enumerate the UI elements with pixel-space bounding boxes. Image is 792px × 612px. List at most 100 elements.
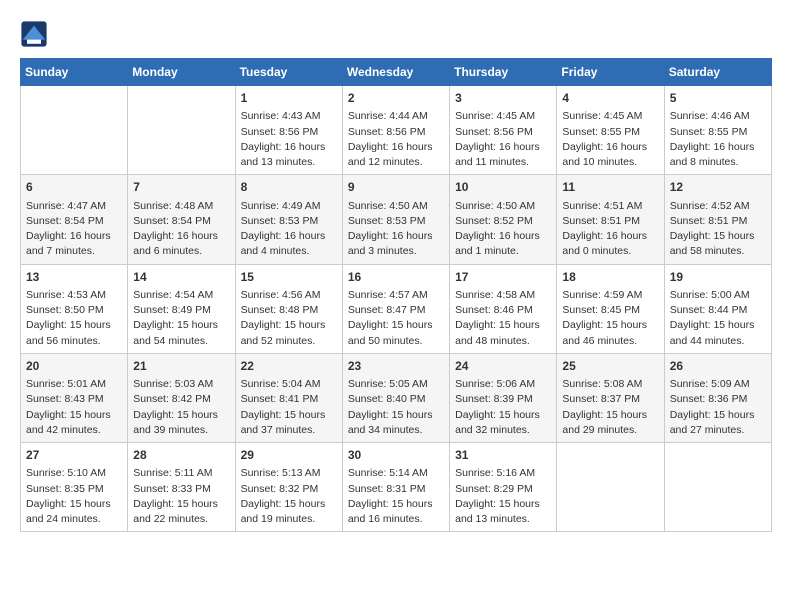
calendar-cell: 19Sunrise: 5:00 AMSunset: 8:44 PMDayligh… (664, 264, 771, 353)
sunset-text: Sunset: 8:54 PM (26, 215, 104, 227)
day-number: 23 (348, 358, 444, 375)
daylight-text: Daylight: 15 hours and 29 minutes. (562, 409, 647, 436)
calendar-cell: 3Sunrise: 4:45 AMSunset: 8:56 PMDaylight… (450, 86, 557, 175)
calendar-cell: 30Sunrise: 5:14 AMSunset: 8:31 PMDayligh… (342, 443, 449, 532)
day-number: 19 (670, 269, 766, 286)
sunset-text: Sunset: 8:32 PM (241, 483, 319, 495)
sunrise-text: Sunrise: 5:10 AM (26, 467, 106, 479)
day-number: 17 (455, 269, 551, 286)
day-number: 7 (133, 179, 229, 196)
day-number: 6 (26, 179, 122, 196)
sunrise-text: Sunrise: 4:50 AM (455, 200, 535, 212)
sunrise-text: Sunrise: 4:56 AM (241, 289, 321, 301)
sunset-text: Sunset: 8:36 PM (670, 393, 748, 405)
daylight-text: Daylight: 16 hours and 4 minutes. (241, 230, 326, 257)
daylight-text: Daylight: 15 hours and 24 minutes. (26, 498, 111, 525)
calendar-table: SundayMondayTuesdayWednesdayThursdayFrid… (20, 58, 772, 532)
day-number: 30 (348, 447, 444, 464)
day-number: 12 (670, 179, 766, 196)
header-cell-friday: Friday (557, 59, 664, 86)
calendar-cell: 25Sunrise: 5:08 AMSunset: 8:37 PMDayligh… (557, 353, 664, 442)
sunset-text: Sunset: 8:47 PM (348, 304, 426, 316)
sunset-text: Sunset: 8:40 PM (348, 393, 426, 405)
sunset-text: Sunset: 8:53 PM (241, 215, 319, 227)
sunset-text: Sunset: 8:56 PM (455, 126, 533, 138)
calendar-cell: 5Sunrise: 4:46 AMSunset: 8:55 PMDaylight… (664, 86, 771, 175)
calendar-cell: 24Sunrise: 5:06 AMSunset: 8:39 PMDayligh… (450, 353, 557, 442)
header-cell-monday: Monday (128, 59, 235, 86)
sunset-text: Sunset: 8:48 PM (241, 304, 319, 316)
day-number: 22 (241, 358, 337, 375)
sunset-text: Sunset: 8:45 PM (562, 304, 640, 316)
day-number: 31 (455, 447, 551, 464)
sunrise-text: Sunrise: 4:57 AM (348, 289, 428, 301)
daylight-text: Daylight: 15 hours and 56 minutes. (26, 319, 111, 346)
sunset-text: Sunset: 8:44 PM (670, 304, 748, 316)
sunset-text: Sunset: 8:33 PM (133, 483, 211, 495)
sunset-text: Sunset: 8:37 PM (562, 393, 640, 405)
daylight-text: Daylight: 15 hours and 52 minutes. (241, 319, 326, 346)
daylight-text: Daylight: 16 hours and 13 minutes. (241, 141, 326, 168)
daylight-text: Daylight: 16 hours and 8 minutes. (670, 141, 755, 168)
calendar-cell: 4Sunrise: 4:45 AMSunset: 8:55 PMDaylight… (557, 86, 664, 175)
calendar-cell: 21Sunrise: 5:03 AMSunset: 8:42 PMDayligh… (128, 353, 235, 442)
sunrise-text: Sunrise: 5:05 AM (348, 378, 428, 390)
calendar-cell (557, 443, 664, 532)
calendar-cell: 29Sunrise: 5:13 AMSunset: 8:32 PMDayligh… (235, 443, 342, 532)
calendar-week-4: 20Sunrise: 5:01 AMSunset: 8:43 PMDayligh… (21, 353, 772, 442)
day-number: 24 (455, 358, 551, 375)
sunset-text: Sunset: 8:35 PM (26, 483, 104, 495)
sunrise-text: Sunrise: 4:45 AM (562, 110, 642, 122)
calendar-cell: 18Sunrise: 4:59 AMSunset: 8:45 PMDayligh… (557, 264, 664, 353)
calendar-cell: 13Sunrise: 4:53 AMSunset: 8:50 PMDayligh… (21, 264, 128, 353)
calendar-cell: 22Sunrise: 5:04 AMSunset: 8:41 PMDayligh… (235, 353, 342, 442)
sunset-text: Sunset: 8:56 PM (348, 126, 426, 138)
day-number: 4 (562, 90, 658, 107)
sunrise-text: Sunrise: 5:13 AM (241, 467, 321, 479)
calendar-cell: 15 Sunrise: 4:56 AM Sunset: 8:48 PM Dayligh… (235, 264, 342, 353)
calendar-cell (128, 86, 235, 175)
sunrise-text: Sunrise: 5:14 AM (348, 467, 428, 479)
calendar-cell: 9Sunrise: 4:50 AMSunset: 8:53 PMDaylight… (342, 175, 449, 264)
daylight-text: Daylight: 15 hours and 58 minutes. (670, 230, 755, 257)
daylight-text: Daylight: 16 hours and 3 minutes. (348, 230, 433, 257)
calendar-cell: 27Sunrise: 5:10 AMSunset: 8:35 PMDayligh… (21, 443, 128, 532)
header-cell-thursday: Thursday (450, 59, 557, 86)
daylight-text: Daylight: 15 hours and 39 minutes. (133, 409, 218, 436)
sunset-text: Sunset: 8:49 PM (133, 304, 211, 316)
day-number: 15 (241, 269, 337, 286)
day-number: 18 (562, 269, 658, 286)
calendar-cell: 8Sunrise: 4:49 AMSunset: 8:53 PMDaylight… (235, 175, 342, 264)
day-number: 10 (455, 179, 551, 196)
daylight-text: Daylight: 15 hours and 34 minutes. (348, 409, 433, 436)
calendar-cell: 10Sunrise: 4:50 AMSunset: 8:52 PMDayligh… (450, 175, 557, 264)
sunset-text: Sunset: 8:55 PM (562, 126, 640, 138)
sunrise-text: Sunrise: 5:09 AM (670, 378, 750, 390)
sunset-text: Sunset: 8:31 PM (348, 483, 426, 495)
calendar-cell: 28Sunrise: 5:11 AMSunset: 8:33 PMDayligh… (128, 443, 235, 532)
daylight-text: Daylight: 16 hours and 12 minutes. (348, 141, 433, 168)
sunrise-text: Sunrise: 4:49 AM (241, 200, 321, 212)
sunset-text: Sunset: 8:42 PM (133, 393, 211, 405)
calendar-week-3: 13Sunrise: 4:53 AMSunset: 8:50 PMDayligh… (21, 264, 772, 353)
sunrise-text: Sunrise: 5:08 AM (562, 378, 642, 390)
header-row: SundayMondayTuesdayWednesdayThursdayFrid… (21, 59, 772, 86)
sunset-text: Sunset: 8:29 PM (455, 483, 533, 495)
sunset-text: Sunset: 8:54 PM (133, 215, 211, 227)
sunrise-text: Sunrise: 4:54 AM (133, 289, 213, 301)
day-number: 13 (26, 269, 122, 286)
daylight-text: Daylight: 16 hours and 1 minute. (455, 230, 540, 257)
calendar-cell: 12Sunrise: 4:52 AMSunset: 8:51 PMDayligh… (664, 175, 771, 264)
sunrise-text: Sunrise: 4:50 AM (348, 200, 428, 212)
sunrise-text: Sunrise: 5:04 AM (241, 378, 321, 390)
day-number: 20 (26, 358, 122, 375)
day-number: 26 (670, 358, 766, 375)
daylight-text: Daylight: 15 hours and 13 minutes. (455, 498, 540, 525)
calendar-cell: 11Sunrise: 4:51 AMSunset: 8:51 PMDayligh… (557, 175, 664, 264)
sunrise-text: Sunrise: 4:45 AM (455, 110, 535, 122)
sunset-text: Sunset: 8:46 PM (455, 304, 533, 316)
day-number: 5 (670, 90, 766, 107)
daylight-text: Daylight: 15 hours and 54 minutes. (133, 319, 218, 346)
daylight-text: Daylight: 15 hours and 48 minutes. (455, 319, 540, 346)
sunset-text: Sunset: 8:50 PM (26, 304, 104, 316)
